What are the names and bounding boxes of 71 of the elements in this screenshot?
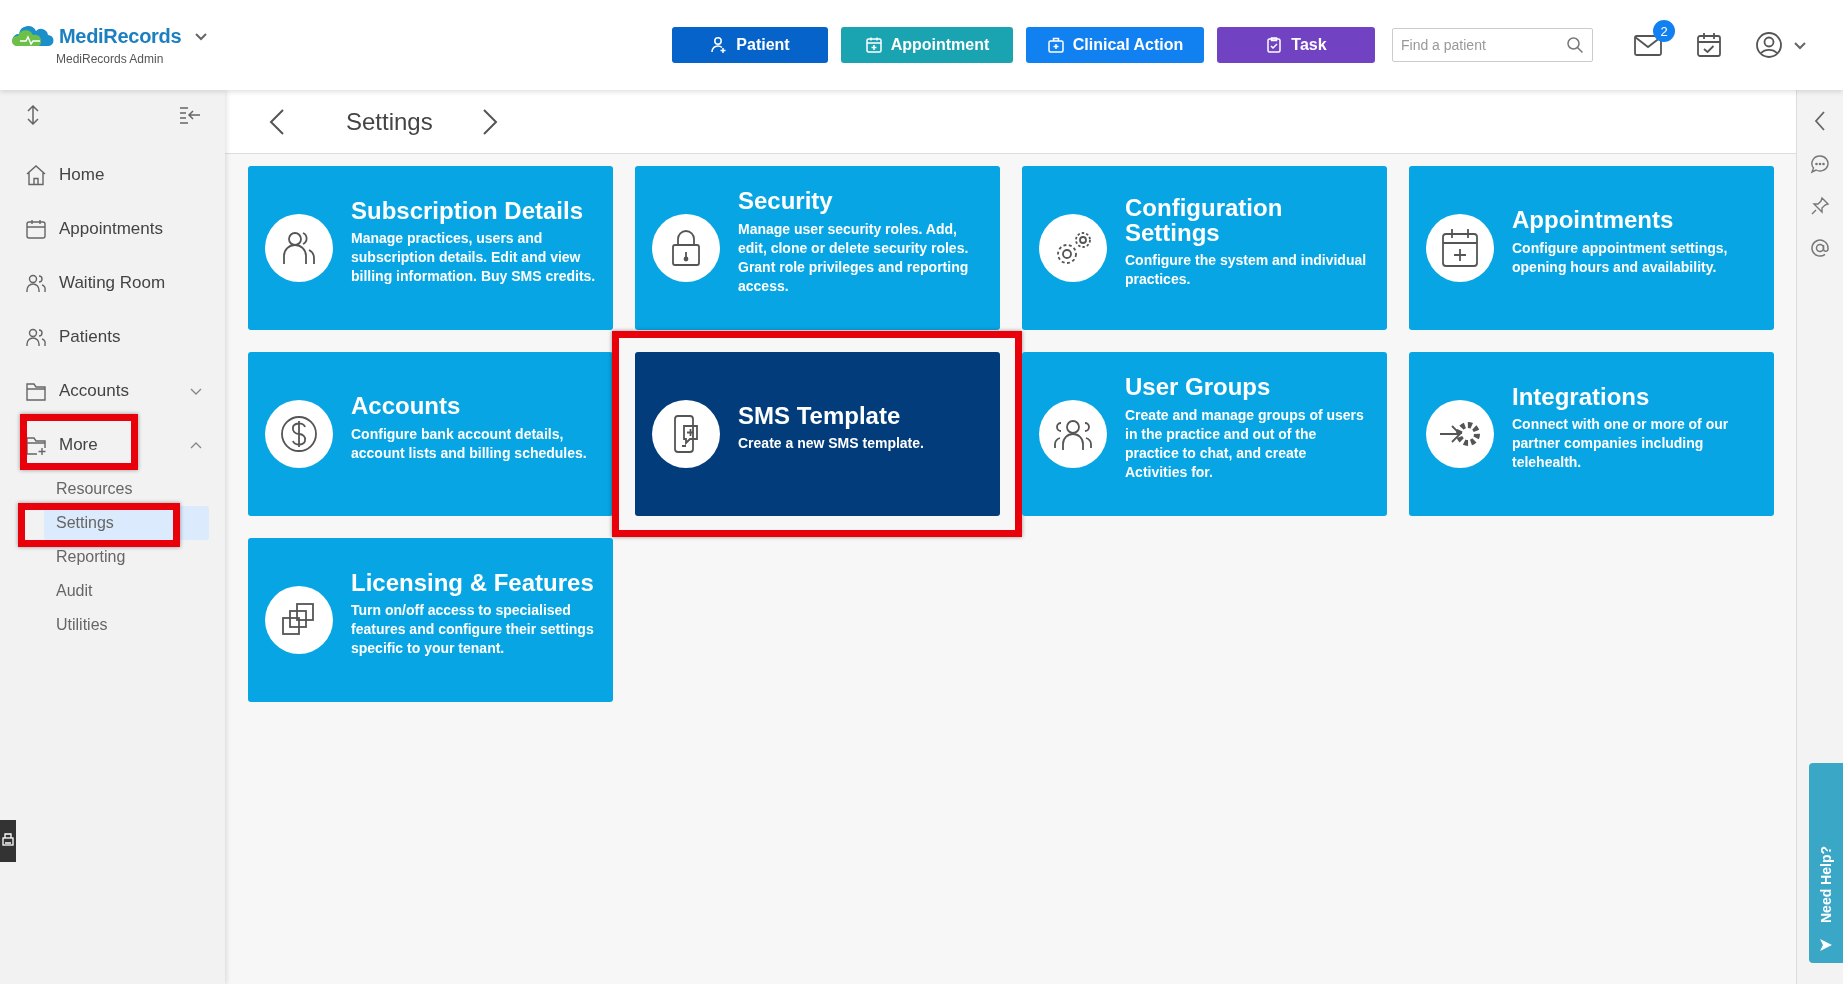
user-avatar-icon[interactable] <box>1755 31 1783 59</box>
card-description: Turn on/off access to specialised features and configure their settings specific to your tenant. <box>351 601 595 659</box>
sidebar-subitem[interactable]: Reporting <box>44 540 209 574</box>
side-tab[interactable] <box>0 820 16 862</box>
chat-bubble-icon[interactable] <box>1810 154 1830 174</box>
calendar-icon <box>25 218 47 240</box>
need-help-tab[interactable]: Need Help? <box>1809 763 1843 963</box>
mail-icon[interactable] <box>1633 33 1663 57</box>
sidebar-item[interactable]: Patients <box>0 310 225 364</box>
chevron-left-icon[interactable] <box>1813 110 1827 132</box>
sidebar-item[interactable]: Waiting Room <box>0 256 225 310</box>
folder-icon <box>25 380 47 402</box>
expand-vertical-icon[interactable] <box>26 105 40 125</box>
card-description: Configure bank account details, account lists and billing schedules. <box>351 424 588 463</box>
settings-card[interactable]: Licensing & Features Turn on/off access to specialised features and configure their settings specific to your tenant. <box>248 538 613 702</box>
search-field[interactable]: Find a patient <box>1392 28 1593 62</box>
medical-kit-icon <box>1046 36 1065 54</box>
quick-action-button[interactable]: Patient <box>672 27 828 63</box>
card-description: Create a new SMS template. <box>738 434 924 454</box>
logo-text: MediRecords <box>59 24 182 48</box>
card-title: User Groups <box>1125 374 1272 400</box>
people-icon <box>25 272 47 294</box>
card-title: Configuration Settings <box>1125 194 1284 246</box>
settings-card[interactable]: Subscription Details Manage practices, users and subscription details. Edit and view billing information. Buy SMS credits. <box>248 166 613 330</box>
card-title: Security <box>738 188 834 214</box>
settings-card[interactable]: Appointments Configure appointment settings, opening hours and availability. <box>1409 166 1774 330</box>
card-description: Create and manage groups of users in the practice and out of the practice to chat, and create Activities for. <box>1125 405 1365 482</box>
folder-plus-icon <box>25 434 47 456</box>
quick-action-button[interactable]: Task <box>1217 27 1375 63</box>
quick-action-button[interactable]: Appointment <box>841 27 1013 63</box>
card-description: Configure the system and individual practices. <box>1125 251 1368 290</box>
settings-card[interactable]: SMS Template Create a new SMS template. <box>635 352 1000 516</box>
card-title: Licensing & Features <box>351 569 595 596</box>
user-plus-icon <box>710 36 729 54</box>
card-title: Subscription Details <box>351 197 585 224</box>
sidebar-subitem[interactable]: Resources <box>44 472 209 506</box>
calendar-check-icon[interactable] <box>1695 31 1723 59</box>
settings-card[interactable]: Configuration Settings Configure the system and individual practices. <box>1022 166 1387 330</box>
card-title: Integrations <box>1512 383 1651 410</box>
page-title: Settings <box>346 107 433 136</box>
chevron-left-icon[interactable] <box>268 107 286 136</box>
card-description: Connect with one or more of our partner companies including telehealth. <box>1512 415 1730 473</box>
sidebar-item[interactable]: Appointments <box>0 202 225 256</box>
search-icon[interactable] <box>1566 36 1584 54</box>
sidebar-item[interactable]: Accounts <box>0 364 225 418</box>
pin-icon[interactable] <box>1810 196 1830 216</box>
card-description: Manage user security roles. Add, edit, clone or delete security roles. Grant role privileges and reporting access. <box>738 219 970 296</box>
at-sign-icon[interactable] <box>1810 238 1830 258</box>
card-title: Appointments <box>1512 207 1675 233</box>
card-description: Configure appointment settings, opening hours and availability. <box>1512 238 1729 277</box>
clipboard-check-icon <box>1265 36 1284 54</box>
sidebar-item[interactable]: More <box>0 418 225 472</box>
account-name: MediRecords Admin <box>56 52 165 66</box>
card-title: SMS Template <box>738 402 902 429</box>
notification-badge: 2 <box>1653 20 1675 42</box>
card-description: Manage practices, users and subscription details. Edit and view billing information. Buy SMS credits. <box>351 229 597 287</box>
home-icon <box>25 164 47 186</box>
quick-action-button[interactable]: Clinical Action <box>1026 27 1204 63</box>
chevron-right-icon[interactable] <box>480 107 499 136</box>
settings-card[interactable]: Integrations Connect with one or more of our partner companies including telehealth. <box>1409 352 1774 516</box>
settings-card[interactable]: User Groups Create and manage groups of users in the practice and out of the practice to chat, and create Activities for. <box>1022 352 1387 516</box>
settings-card[interactable]: Accounts Configure bank account details, account lists and billing schedules. <box>248 352 613 516</box>
people-icon <box>25 326 47 348</box>
settings-card[interactable]: Security Manage user security roles. Add, edit, clone or delete security roles. Grant role privileges and reporting access. <box>635 166 1000 330</box>
cloud-logo-icon <box>12 24 54 48</box>
card-title: Accounts <box>351 393 462 419</box>
sidebar-subitem[interactable]: Audit <box>44 574 209 608</box>
calendar-plus-icon <box>864 36 883 54</box>
sidebar-item[interactable]: Home <box>0 148 225 202</box>
collapse-menu-icon[interactable] <box>179 106 201 124</box>
sidebar-subitem[interactable]: Utilities <box>44 608 209 642</box>
